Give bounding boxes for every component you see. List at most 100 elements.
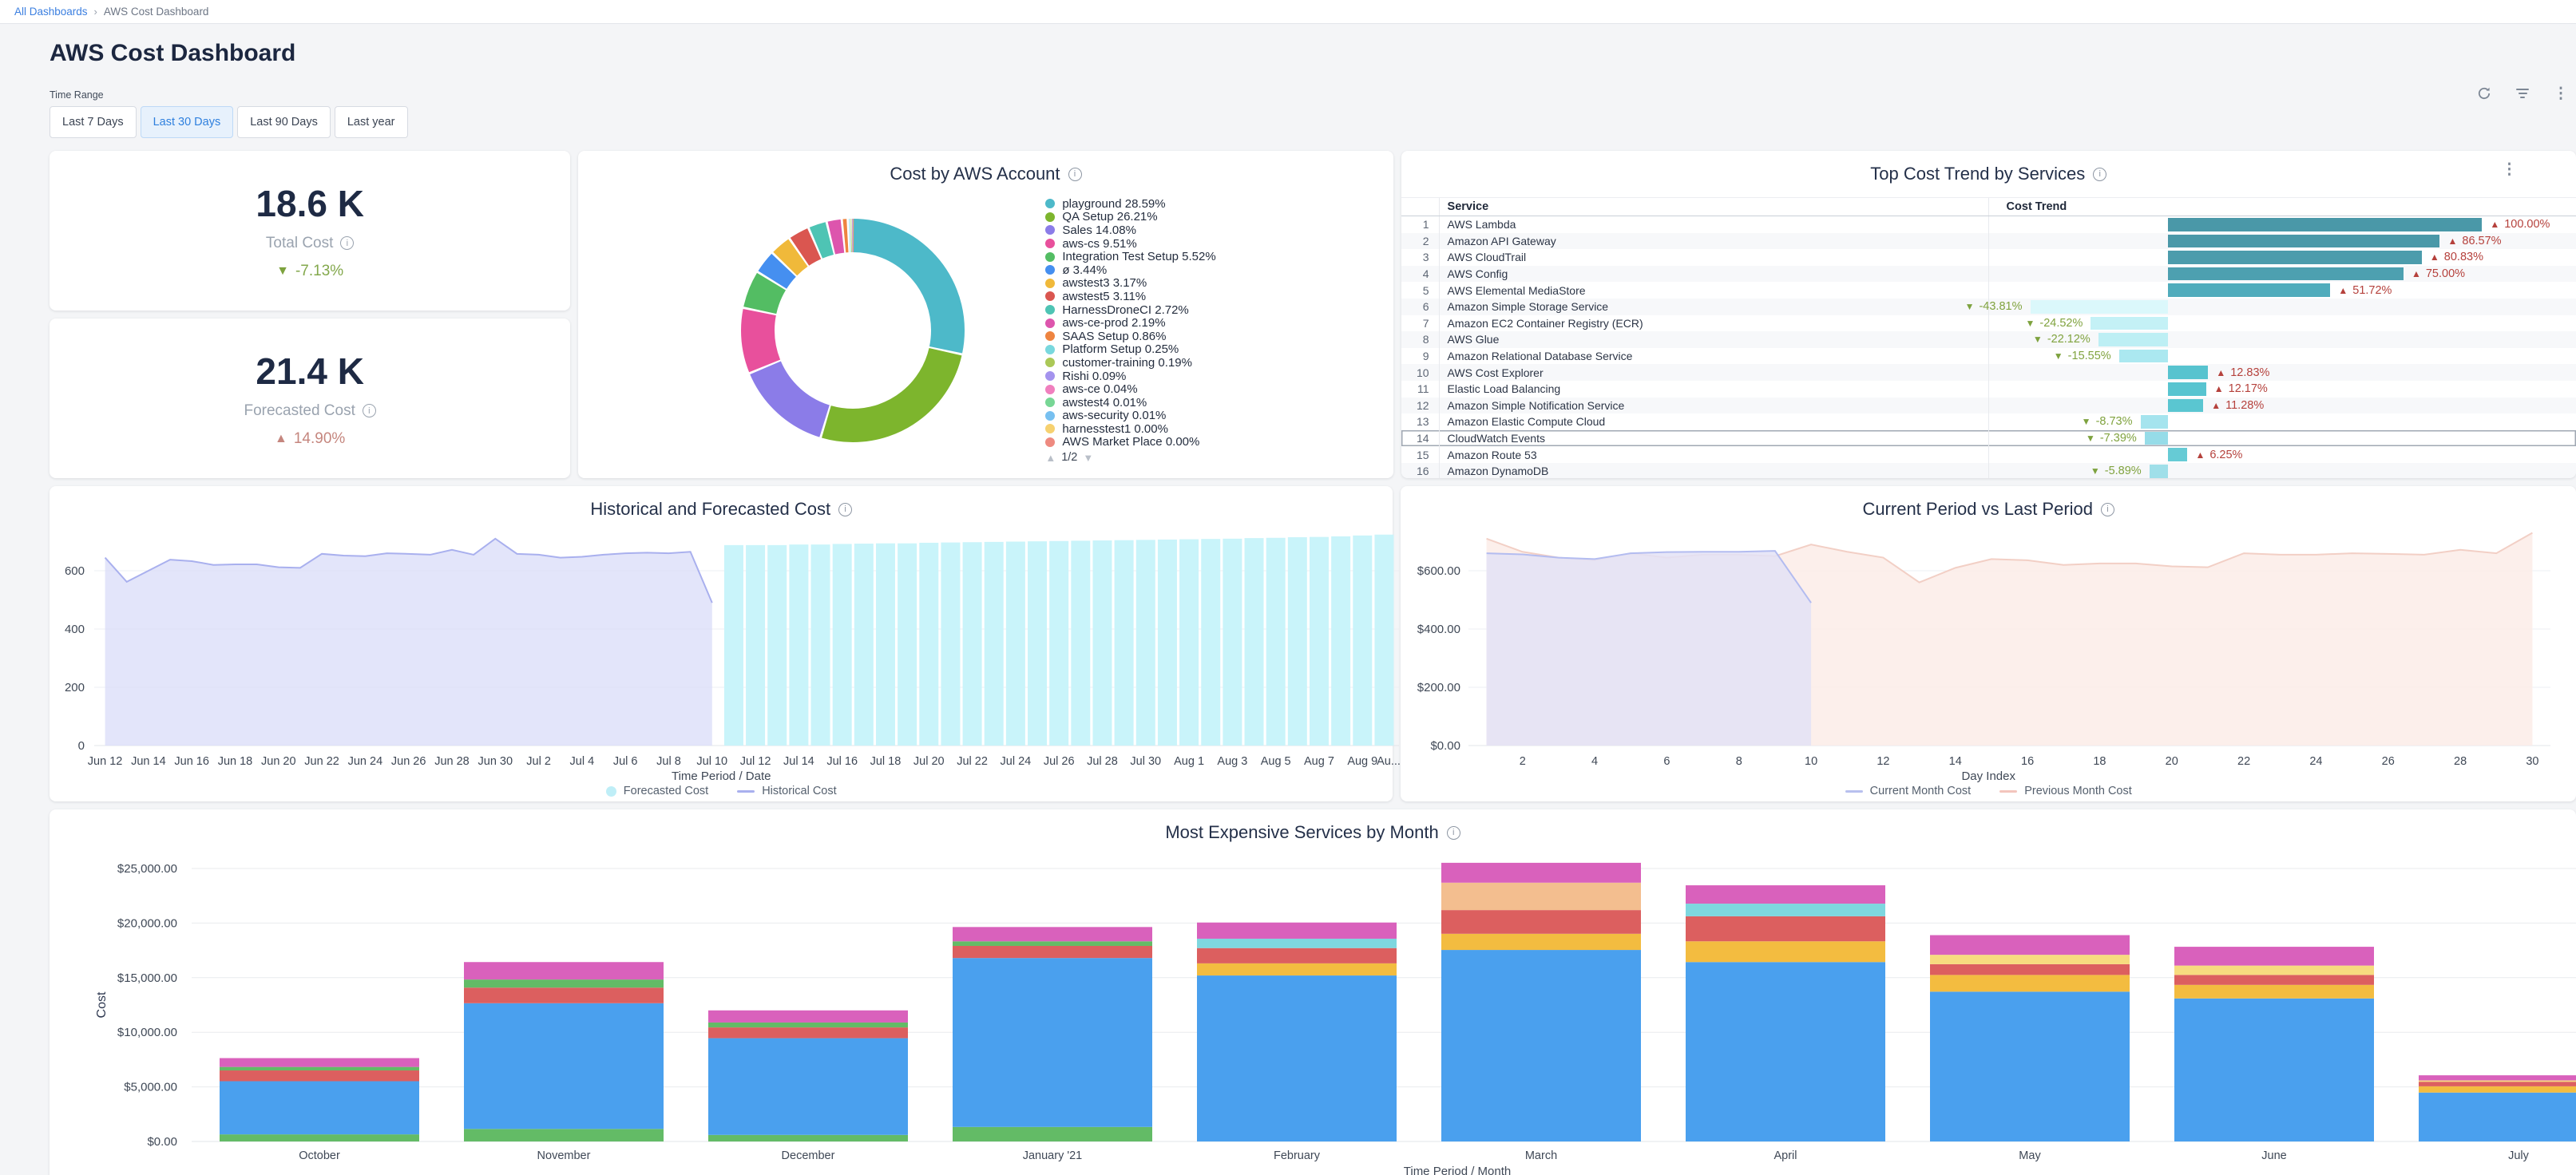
trend-value: ▼-24.52% [2025,315,2083,332]
svg-text:Aug 5: Aug 5 [1261,755,1291,768]
trend-bar [2168,399,2203,413]
table-row[interactable]: 16Amazon DynamoDB▼-5.89% [1401,463,2576,478]
info-icon[interactable]: i [363,404,376,417]
row-service: AWS Lambda [1440,216,1989,233]
svg-text:Cost: Cost [95,991,109,1018]
info-icon[interactable]: i [340,236,354,250]
time-range-last-7-days[interactable]: Last 7 Days [50,106,137,138]
table-row[interactable]: 7Amazon EC2 Container Registry (ECR)▼-24… [1401,315,2576,332]
svg-text:Jul 10: Jul 10 [696,755,727,768]
legend-label: awstest4 0.01% [1062,396,1147,409]
trend-bar [2145,432,2168,445]
legend-pager: ▲ 1/2 ▼ [1045,451,1215,464]
table-row[interactable]: 15Amazon Route 53▲6.25% [1401,446,2576,463]
legend-item[interactable]: aws-security 0.01% [1045,409,1215,423]
legend-item[interactable]: HarnessDroneCI 2.72% [1045,303,1215,317]
legend-item[interactable]: awstest4 0.01% [1045,396,1215,409]
legend-item[interactable]: aws-cs 9.51% [1045,237,1215,251]
pager-up-icon[interactable]: ▲ [1045,452,1056,464]
column-header-service[interactable]: Service [1440,198,1989,216]
row-index: 11 [1401,381,1440,398]
legend-dot [1045,424,1055,433]
time-range-last-90-days[interactable]: Last 90 Days [237,106,331,138]
legend-historical-cost[interactable]: Historical Cost [737,785,836,797]
legend-dot [1045,411,1055,421]
table-row[interactable]: 9Amazon Relational Database Service▼-15.… [1401,348,2576,365]
table-row[interactable]: 13Amazon Elastic Compute Cloud▼-8.73% [1401,413,2576,430]
legend-item[interactable]: QA Setup 26.21% [1045,211,1215,224]
table-row[interactable]: 10AWS Cost Explorer▲12.83% [1401,364,2576,381]
row-cost-trend: ▲6.25% [1989,446,2576,463]
svg-text:0: 0 [78,739,85,753]
legend-item[interactable]: Sales 14.08% [1045,224,1215,237]
svg-text:Jul 4: Jul 4 [570,755,595,768]
row-index: 6 [1401,299,1440,315]
svg-text:Jun 30: Jun 30 [478,755,513,768]
svg-text:Jun 22: Jun 22 [304,755,339,768]
legend-item[interactable]: aws-ce 0.04% [1045,382,1215,396]
svg-text:600: 600 [65,564,85,578]
legend-label: aws-ce-prod 2.19% [1062,316,1165,330]
table-row[interactable]: 12Amazon Simple Notification Service▲11.… [1401,398,2576,414]
table-row[interactable]: 4AWS Config▲75.00% [1401,266,2576,283]
legend-item[interactable]: customer-training 0.19% [1045,356,1215,370]
legend-label: Platform Setup 0.25% [1062,342,1179,356]
legend-item[interactable]: Platform Setup 0.25% [1045,343,1215,357]
table-row[interactable]: 2Amazon API Gateway▲86.57% [1401,233,2576,250]
table-kebab-menu-icon[interactable]: ⋮ [2502,162,2517,177]
time-range-last-30-days[interactable]: Last 30 Days [141,106,234,138]
legend-label: HarnessDroneCI 2.72% [1062,303,1188,317]
filter-icon[interactable] [2514,85,2531,102]
breadcrumb-separator-icon: › [94,6,97,18]
legend-label: awstest5 3.11% [1062,290,1146,303]
legend-item[interactable]: aws-ce-prod 2.19% [1045,316,1215,330]
pager-count: 1/2 [1061,451,1077,464]
row-cost-trend: ▼-22.12% [1989,331,2576,348]
svg-text:Jun 20: Jun 20 [261,755,296,768]
legend-current-month[interactable]: Current Month Cost [1845,785,1972,797]
legend-item[interactable]: harnesstest1 0.00% [1045,422,1215,436]
legend-previous-month[interactable]: Previous Month Cost [1999,785,2132,797]
legend-item[interactable]: Integration Test Setup 5.52% [1045,250,1215,263]
trend-value: ▼-15.55% [2054,348,2111,365]
svg-text:$200.00: $200.00 [1417,681,1460,694]
legend-item[interactable]: Rishi 0.09% [1045,370,1215,383]
info-icon[interactable]: i [1068,168,1082,181]
column-header-cost-trend[interactable]: Cost Trend [1989,198,2576,216]
info-icon[interactable]: i [838,503,852,516]
kebab-menu-icon[interactable]: ⋮ [2552,85,2570,102]
refresh-icon[interactable] [2475,85,2493,102]
table-row[interactable]: 1AWS Lambda▲100.00% [1401,216,2576,233]
info-icon[interactable]: i [2101,503,2114,516]
row-service: Amazon Elastic Compute Cloud [1440,413,1989,430]
table-row[interactable]: 14CloudWatch Events▼-7.39% [1401,430,2576,447]
table-row[interactable]: 6Amazon Simple Storage Service▼-43.81% [1401,299,2576,315]
row-index: 10 [1401,364,1440,381]
info-icon[interactable]: i [2093,168,2106,181]
historical-legend: Forecasted Cost Historical Cost [50,785,1393,797]
row-cost-trend: ▲12.83% [1989,364,2576,381]
legend-item[interactable]: awstest5 3.11% [1045,290,1215,303]
legend-forecasted-cost[interactable]: Forecasted Cost [606,785,708,797]
pager-down-icon[interactable]: ▼ [1083,452,1093,464]
legend-item[interactable]: SAAS Setup 0.86% [1045,330,1215,343]
trend-bar [2168,366,2208,379]
breadcrumb-link-all-dashboards[interactable]: All Dashboards [14,6,88,18]
svg-text:$15,000.00: $15,000.00 [117,971,177,985]
table-row[interactable]: 3AWS CloudTrail▲80.83% [1401,249,2576,266]
legend-item[interactable]: playground 28.59% [1045,197,1215,211]
table-row[interactable]: 11Elastic Load Balancing▲12.17% [1401,381,2576,398]
time-range-last-year[interactable]: Last year [335,106,408,138]
row-cost-trend: ▲12.17% [1989,381,2576,398]
svg-text:January '21: January '21 [1023,1149,1083,1162]
svg-text:Jun 14: Jun 14 [131,755,166,768]
legend-item[interactable]: awstest3 3.17% [1045,277,1215,291]
svg-text:February: February [1274,1149,1321,1162]
row-index: 7 [1401,315,1440,332]
legend-dot [1045,291,1055,301]
legend-item[interactable]: ø 3.44% [1045,263,1215,277]
svg-text:June: June [2261,1149,2286,1162]
table-row[interactable]: 5AWS Elemental MediaStore▲51.72% [1401,282,2576,299]
legend-item[interactable]: AWS Market Place 0.00% [1045,436,1215,449]
table-row[interactable]: 8AWS Glue▼-22.12% [1401,331,2576,348]
